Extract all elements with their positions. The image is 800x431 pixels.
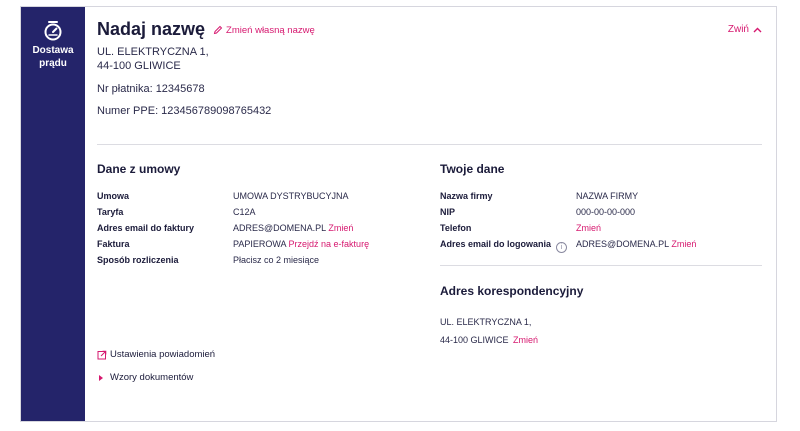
row-key: Telefon <box>440 223 472 233</box>
row-key: Adres email do logowania i <box>440 239 568 253</box>
page-title: Nadaj nazwę <box>97 19 206 39</box>
correspondence-address-block: UL. ELEKTRYCZNA 1, 44-100 GLIWICE Zmień <box>440 312 538 348</box>
row-value: UMOWA DYSTRYBUCYJNA <box>233 191 349 201</box>
your-data-section-title: Twoje dane <box>440 162 505 176</box>
row-key: Nazwa firmy <box>440 191 493 201</box>
notification-settings-link[interactable]: Ustawienia powiadomień <box>97 349 215 360</box>
rename-link-label: Zmień własną nazwę <box>226 24 315 36</box>
document-templates-label: Wzory dokumentów <box>110 372 194 383</box>
delivery-address: UL. ELEKTRYCZNA 1, 44-100 GLIWICE <box>97 46 209 72</box>
switch-to-einvoice-link[interactable]: Przejdź na e-fakturę <box>289 239 370 249</box>
payer-number: Nr płatnika: 12345678 <box>97 83 205 95</box>
sidebar: Dostawa prądu <box>21 7 85 421</box>
row-value: ADRES@DOMENA.PL Zmień <box>233 223 354 233</box>
collapse-label: Zwiń <box>727 24 749 35</box>
title-row: Nadaj nazwę Zmień własną nazwę <box>97 19 315 40</box>
change-invoice-email-link[interactable]: Zmień <box>328 223 353 233</box>
correspondence-divider <box>440 265 762 266</box>
power-meter-icon <box>44 21 62 41</box>
row-key: Faktura <box>97 239 130 249</box>
row-value: 000-00-00-000 <box>576 207 636 217</box>
chevron-up-icon <box>753 27 762 32</box>
collapse-button[interactable]: Zwiń <box>728 24 762 35</box>
row-value: ADRES@DOMENA.PL Zmień <box>576 239 697 249</box>
change-phone-link[interactable]: Zmień <box>576 223 601 233</box>
contract-section-title: Dane z umowy <box>97 162 181 176</box>
row-key: Adres email do faktury <box>97 223 195 233</box>
change-correspondence-link[interactable]: Zmień <box>513 335 538 345</box>
header-divider <box>97 144 762 145</box>
row-value: NAZWA FIRMY <box>576 191 639 201</box>
row-key: NIP <box>440 207 456 217</box>
row-key: Sposób rozliczenia <box>97 255 179 265</box>
pencil-icon <box>213 25 223 35</box>
row-value: Płacisz co 2 miesiące <box>233 255 320 265</box>
row-value: C12A <box>233 207 256 217</box>
correspondence-section-title: Adres korespondencyjny <box>440 284 584 298</box>
service-card: Dostawa prądu Nadaj nazwę Zmień własną n… <box>20 6 777 422</box>
rename-link[interactable]: Zmień własną nazwę <box>213 25 315 36</box>
external-link-icon <box>97 350 107 359</box>
ppe-number: Numer PPE: 123456789098765432 <box>97 105 272 117</box>
row-key: Umowa <box>97 191 130 201</box>
sidebar-label: Dostawa prądu <box>32 45 74 69</box>
row-key: Taryfa <box>97 207 124 217</box>
row-value: PAPIEROWA Przejdź na e-fakturę <box>233 239 370 249</box>
main-content: Nadaj nazwę Zmień własną nazwę Zwiń UL. … <box>85 7 776 421</box>
notification-settings-label: Ustawienia powiadomień <box>110 349 216 360</box>
row-value: Zmień <box>576 223 601 233</box>
document-templates-toggle[interactable]: Wzory dokumentów <box>97 372 193 383</box>
info-icon[interactable]: i <box>556 242 568 253</box>
caret-right-icon <box>99 374 103 381</box>
change-login-email-link[interactable]: Zmień <box>671 239 696 249</box>
